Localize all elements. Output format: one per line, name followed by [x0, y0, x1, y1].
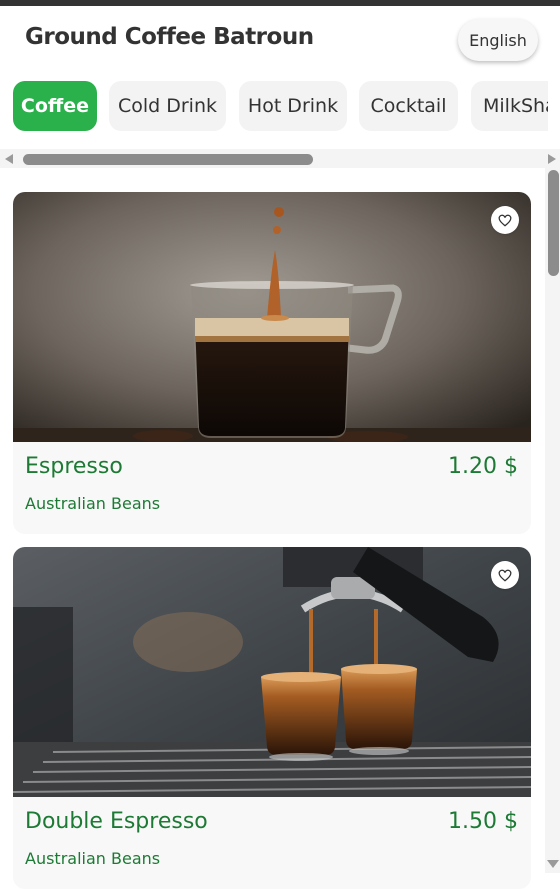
double-espresso-photo [13, 547, 531, 797]
menu-item-card[interactable]: Espresso 1.20 $ Australian Beans [13, 192, 531, 534]
tab-hot-drink[interactable]: Hot Drink [239, 81, 347, 131]
category-tabs: Coffee Cold Drink Hot Drink Cocktail Mil… [0, 81, 548, 131]
scroll-arrow-right-icon[interactable] [548, 154, 556, 164]
item-name: Espresso [25, 454, 123, 479]
heart-icon [498, 214, 512, 226]
top-bar [0, 0, 560, 6]
favorite-button[interactable] [491, 561, 519, 589]
item-name: Double Espresso [25, 809, 208, 834]
tab-milkshake[interactable]: MilkShake [471, 81, 548, 131]
tab-cold-drink[interactable]: Cold Drink [109, 81, 226, 131]
item-price: 1.50 $ [448, 809, 518, 834]
scroll-arrow-left-icon[interactable] [5, 154, 13, 164]
item-description: Australian Beans [25, 494, 161, 513]
tab-cocktail[interactable]: Cocktail [359, 81, 458, 131]
favorite-button[interactable] [491, 206, 519, 234]
shop-title: Ground Coffee Batroun [25, 24, 314, 50]
scroll-arrow-down-icon[interactable] [547, 860, 559, 868]
language-button[interactable]: English [458, 19, 538, 61]
item-price: 1.20 $ [448, 454, 518, 479]
horizontal-scroll-thumb[interactable] [23, 154, 313, 165]
tab-coffee[interactable]: Coffee [13, 81, 97, 131]
heart-icon [498, 569, 512, 581]
vertical-scroll-thumb[interactable] [548, 170, 559, 276]
menu-item-card[interactable]: Double Espresso 1.50 $ Australian Beans [13, 547, 531, 889]
espresso-photo [13, 192, 531, 442]
item-description: Australian Beans [25, 849, 161, 868]
